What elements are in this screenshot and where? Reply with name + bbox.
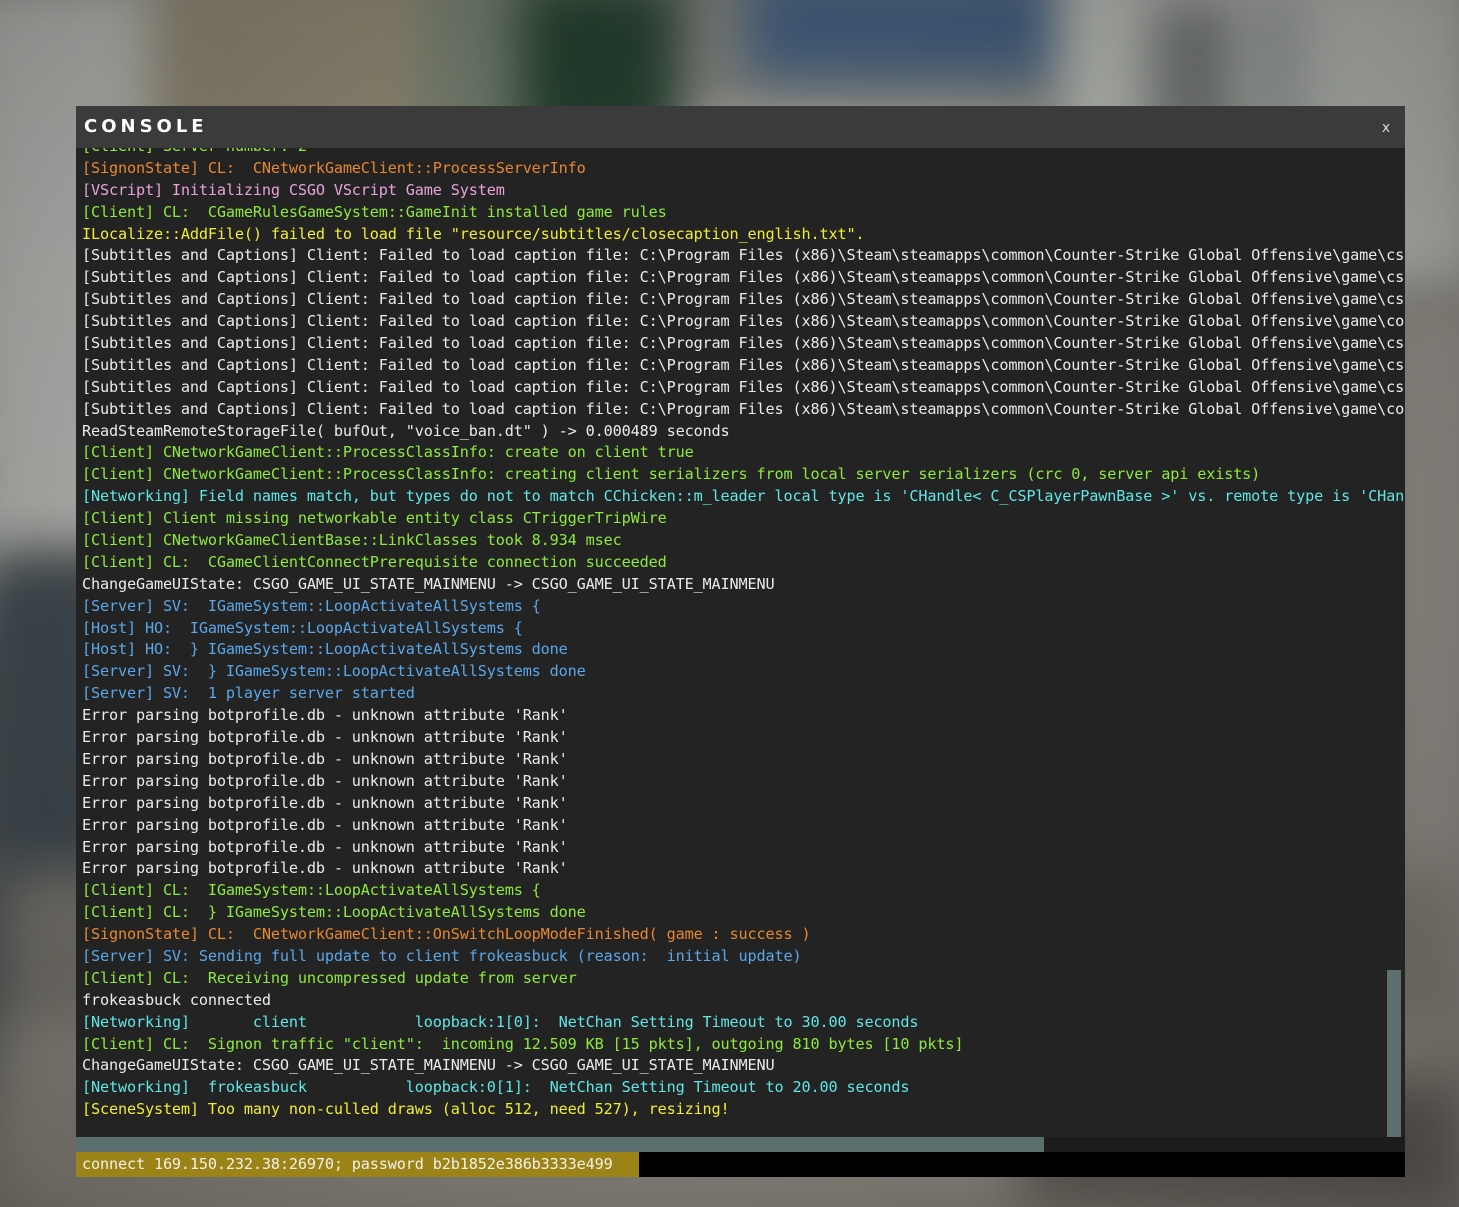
console-log-line: frokeasbuck connected bbox=[82, 990, 271, 1009]
console-log-line: [Server] SV: IGameSystem::LoopActivateAl… bbox=[82, 596, 541, 615]
console-log-line: [Server] SV: 1 player server started bbox=[82, 684, 415, 703]
console-log-line: [SceneSystem] Too many non-culled draws … bbox=[82, 1100, 730, 1119]
console-log-line: [Subtitles and Captions] Client: Failed … bbox=[82, 334, 1405, 353]
console-log-line: [VScript] Initializing CSGO VScript Game… bbox=[82, 180, 505, 199]
console-log-line: Error parsing botprofile.db - unknown at… bbox=[82, 771, 568, 790]
console-log-line: [Subtitles and Captions] Client: Failed … bbox=[82, 399, 1405, 418]
vertical-scrollbar-thumb[interactable] bbox=[1387, 970, 1401, 1140]
console-log-line: [Networking] client loopback:1[0]: NetCh… bbox=[82, 1012, 919, 1031]
console-log-line: [Subtitles and Captions] Client: Failed … bbox=[82, 312, 1405, 331]
console-log-line: Error parsing botprofile.db - unknown at… bbox=[82, 749, 568, 768]
page-title: CONSOLE bbox=[84, 116, 208, 137]
console-log-line: Error parsing botprofile.db - unknown at… bbox=[82, 793, 568, 812]
console-log-line: [Subtitles and Captions] Client: Failed … bbox=[82, 268, 1405, 287]
console-log-line: ChangeGameUIState: CSGO_GAME_UI_STATE_MA… bbox=[82, 1056, 775, 1075]
console-log-line: Error parsing botprofile.db - unknown at… bbox=[82, 859, 568, 878]
console-log-line: [Subtitles and Captions] Client: Failed … bbox=[82, 377, 1405, 396]
console-log: [Client] Server number: 2[SignonState] C… bbox=[82, 148, 1405, 1121]
console-input-bar[interactable]: connect 169.150.232.38:26970; password b… bbox=[76, 1152, 1405, 1177]
horizontal-scrollbar-thumb[interactable] bbox=[76, 1137, 1044, 1152]
console-log-line: [Client] CNetworkGameClient::ProcessClas… bbox=[82, 465, 1261, 484]
console-log-line: [Server] SV: } IGameSystem::LoopActivate… bbox=[82, 662, 586, 681]
console-log-line: [SignonState] CL: CNetworkGameClient::Pr… bbox=[82, 158, 586, 177]
console-log-line: [Client] CL: } IGameSystem::LoopActivate… bbox=[82, 903, 586, 922]
console-log-line: [Client] CL: Signon traffic "client": in… bbox=[82, 1034, 964, 1053]
console-log-line: [Client] CNetworkGameClientBase::LinkCla… bbox=[82, 531, 622, 550]
console-log-line: [Host] HO: } IGameSystem::LoopActivateAl… bbox=[82, 640, 568, 659]
console-log-line: [Client] Client missing networkable enti… bbox=[82, 509, 667, 528]
console-log-line: Error parsing botprofile.db - unknown at… bbox=[82, 815, 568, 834]
console-log-line: [Client] Server number: 2 bbox=[82, 148, 1405, 158]
console-log-line: ReadSteamRemoteStorageFile( bufOut, "voi… bbox=[82, 421, 730, 440]
console-log-line: Error parsing botprofile.db - unknown at… bbox=[82, 706, 568, 725]
console-log-line: [Networking] frokeasbuck loopback:0[1]: … bbox=[82, 1078, 910, 1097]
console-log-line: [Client] CL: Receiving uncompressed upda… bbox=[82, 968, 577, 987]
console-log-line: [SignonState] CL: CNetworkGameClient::On… bbox=[82, 925, 811, 944]
console-log-line: [Client] CL: CGameRulesGameSystem::GameI… bbox=[82, 202, 667, 221]
console-log-line: ILocalize::AddFile() failed to load file… bbox=[82, 224, 865, 243]
close-icon[interactable]: x bbox=[1377, 119, 1395, 137]
console-log-line: [Subtitles and Captions] Client: Failed … bbox=[82, 290, 1405, 309]
console-log-line: [Server] SV: Sending full update to clie… bbox=[82, 946, 802, 965]
console-log-line: [Subtitles and Captions] Client: Failed … bbox=[82, 355, 1405, 374]
console-log-viewport[interactable]: [Client] Server number: 2[SignonState] C… bbox=[76, 148, 1405, 1148]
console-log-line: [Networking] Field names match, but type… bbox=[82, 487, 1405, 506]
console-log-line: ChangeGameUIState: CSGO_GAME_UI_STATE_MA… bbox=[82, 574, 775, 593]
console-command-input[interactable]: connect 169.150.232.38:26970; password b… bbox=[82, 1155, 613, 1173]
console-log-line: [Client] CNetworkGameClient::ProcessClas… bbox=[82, 443, 694, 462]
console-log-line: Error parsing botprofile.db - unknown at… bbox=[82, 728, 568, 747]
console-log-line: [Client] CL: IGameSystem::LoopActivateAl… bbox=[82, 881, 541, 900]
console-log-line: [Host] HO: IGameSystem::LoopActivateAllS… bbox=[82, 618, 523, 637]
console-log-line: [Client] CL: CGameClientConnectPrerequis… bbox=[82, 552, 667, 571]
console-log-line: [Subtitles and Captions] Client: Failed … bbox=[82, 246, 1405, 265]
console-titlebar: CONSOLE x bbox=[76, 106, 1405, 148]
console-log-line: Error parsing botprofile.db - unknown at… bbox=[82, 837, 568, 856]
console-window: CONSOLE x [Client] Server number: 2[Sign… bbox=[76, 106, 1405, 1177]
